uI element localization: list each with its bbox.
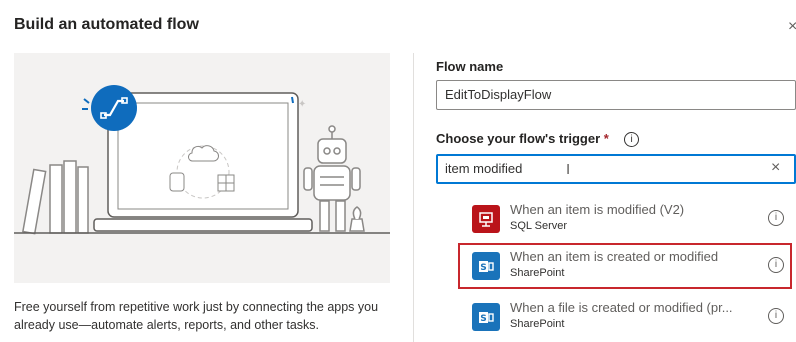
- flow-illustration: ✦: [14, 53, 390, 283]
- sharepoint-icon: S: [472, 303, 500, 331]
- svg-text:S: S: [480, 314, 486, 324]
- trigger-option-connector: SharePoint: [510, 267, 565, 279]
- trigger-label: Choose your flow's trigger * i: [436, 131, 640, 148]
- sql-server-icon: [472, 205, 500, 233]
- info-icon[interactable]: i: [768, 210, 784, 226]
- info-icon[interactable]: i: [768, 308, 784, 324]
- dialog-title: Build an automated flow: [14, 16, 199, 33]
- trigger-option-title: When a file is created or modified (pr..…: [510, 300, 733, 315]
- trigger-option-connector: SharePoint: [510, 318, 565, 330]
- trigger-info-icon[interactable]: i: [624, 132, 640, 148]
- trigger-option[interactable]: S When a file is created or modified (pr…: [458, 294, 792, 340]
- svg-text:S: S: [480, 263, 486, 273]
- sharepoint-icon: S: [472, 252, 500, 280]
- trigger-search-input[interactable]: item modified: [436, 154, 796, 184]
- trigger-option-selected[interactable]: S When an item is created or modified Sh…: [458, 243, 792, 289]
- required-marker: *: [603, 131, 609, 146]
- panel-divider: [413, 53, 414, 342]
- robot-illustration: [303, 125, 365, 232]
- text-cursor-icon: I: [566, 161, 571, 178]
- description-text: Free yourself from repetitive work just …: [14, 300, 379, 332]
- info-icon[interactable]: i: [768, 257, 784, 273]
- trigger-option-title: When an item is created or modified: [510, 249, 719, 264]
- books-illustration: [22, 160, 89, 235]
- clear-search-icon[interactable]: ×: [771, 159, 780, 177]
- close-icon[interactable]: ×: [788, 18, 796, 36]
- svg-text:✦: ✦: [298, 99, 306, 110]
- flow-name-input[interactable]: EditToDisplayFlow: [436, 80, 796, 110]
- flow-name-label: Flow name: [436, 59, 504, 74]
- trigger-option[interactable]: When an item is modified (V2) SQL Server…: [458, 196, 792, 242]
- trigger-label-text: Choose your flow's trigger: [436, 131, 601, 146]
- trigger-option-title: When an item is modified (V2): [510, 202, 685, 217]
- trigger-option-connector: SQL Server: [510, 220, 568, 232]
